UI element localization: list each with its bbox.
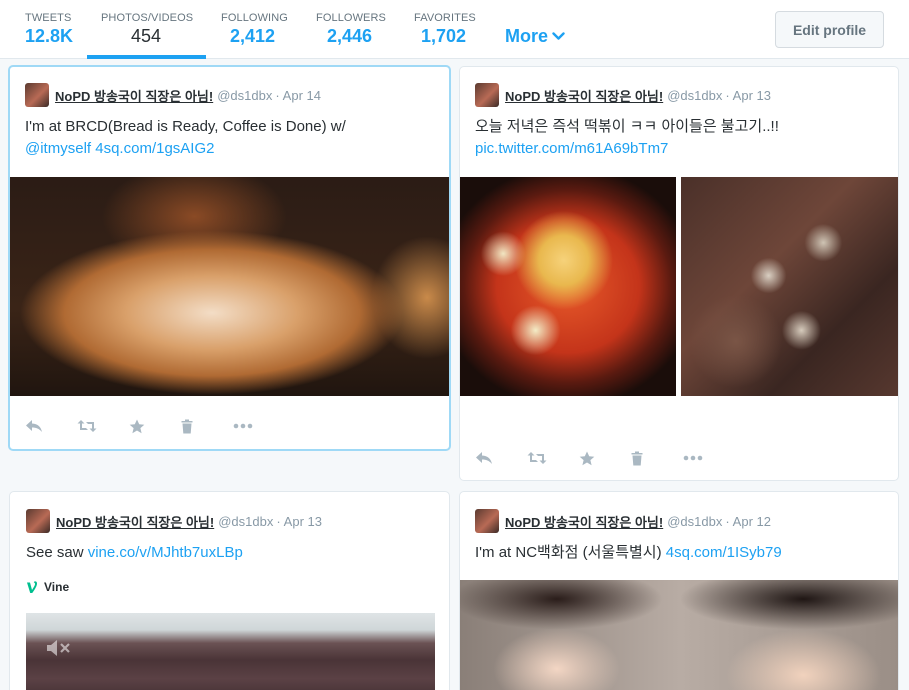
nav-followers-value: 2,446 bbox=[327, 26, 373, 46]
tweet-photo-bread[interactable] bbox=[10, 177, 449, 396]
tweet-text: I'm at BRCD(Bread is Ready, Coffee is Do… bbox=[25, 116, 435, 160]
nav-tweets-label: TWEETS bbox=[25, 12, 72, 24]
tweet-header: NoPD 방송국이 직장은 아님! @ds1dbx · Apr 13 bbox=[26, 509, 322, 533]
nav-followers-label: FOLLOWERS bbox=[316, 12, 386, 24]
more-icon bbox=[683, 455, 703, 461]
tweet-date[interactable]: Apr 13 bbox=[733, 88, 771, 103]
more-label: More bbox=[505, 26, 549, 46]
delete-button[interactable] bbox=[631, 448, 683, 468]
separator-dot: · bbox=[276, 513, 281, 529]
vine-video[interactable] bbox=[26, 613, 435, 690]
avatar[interactable] bbox=[26, 509, 50, 533]
tweet-handle[interactable]: @ds1dbx bbox=[218, 514, 273, 529]
separator-dot: · bbox=[725, 87, 730, 103]
tweet-card[interactable]: NoPD 방송국이 직장은 아님! @ds1dbx · Apr 14 I'm a… bbox=[8, 65, 451, 451]
retweet-button[interactable] bbox=[77, 416, 129, 436]
tweet-handle[interactable]: @ds1dbx bbox=[217, 88, 272, 103]
delete-icon bbox=[181, 419, 193, 433]
vine-link[interactable]: vine.co/v/MJhtb7uxLBp bbox=[88, 544, 243, 561]
tweet-body: See saw bbox=[26, 544, 84, 561]
vine-attribution[interactable]: Vine bbox=[26, 580, 69, 594]
retweet-button[interactable] bbox=[527, 448, 579, 468]
separator-dot: · bbox=[725, 513, 730, 529]
nav-favorites-label: FAVORITES bbox=[414, 12, 476, 24]
tweet-photo-tteokbokki[interactable] bbox=[460, 177, 676, 396]
more-menu[interactable]: More bbox=[505, 26, 565, 47]
nav-following-label: FOLLOWING bbox=[221, 12, 288, 24]
tweet-card[interactable]: NoPD 방송국이 직장은 아님! @ds1dbx · Apr 13 오늘 저녁… bbox=[459, 66, 899, 481]
separator-dot: · bbox=[275, 87, 280, 103]
tweet-header: NoPD 방송국이 직장은 아님! @ds1dbx · Apr 12 bbox=[475, 509, 771, 533]
active-tab-indicator bbox=[87, 55, 206, 59]
tweet-username[interactable]: NoPD 방송국이 직장은 아님! bbox=[505, 512, 663, 531]
delete-icon bbox=[631, 451, 643, 465]
tweet-date[interactable]: Apr 14 bbox=[283, 88, 321, 103]
vine-label: Vine bbox=[44, 580, 70, 594]
mute-button[interactable] bbox=[46, 639, 72, 662]
nav-photos-videos[interactable]: PHOTOS/VIDEOS 454 bbox=[87, 0, 206, 59]
tweet-header: NoPD 방송국이 직장은 아님! @ds1dbx · Apr 14 bbox=[25, 83, 321, 107]
nav-tweets-value: 12.8K bbox=[25, 26, 74, 46]
tweet-card[interactable]: NoPD 방송국이 직장은 아님! @ds1dbx · Apr 12 I'm a… bbox=[459, 491, 899, 690]
tweet-handle[interactable]: @ds1dbx bbox=[667, 514, 722, 529]
mention-link[interactable]: @itmyself bbox=[25, 140, 91, 157]
mute-icon bbox=[47, 640, 70, 656]
edit-profile-button[interactable]: Edit profile bbox=[775, 11, 884, 48]
nav-favorites-value: 1,702 bbox=[421, 26, 467, 46]
tweet-text: See saw vine.co/v/MJhtb7uxLBp bbox=[26, 542, 436, 564]
url-link[interactable]: 4sq.com/1gsAIG2 bbox=[95, 140, 214, 157]
profile-nav: TWEETS 12.8K PHOTOS/VIDEOS 454 FOLLOWING… bbox=[0, 0, 909, 59]
tweet-actions bbox=[25, 416, 285, 436]
tweet-body: I'm at NC백화점 (서울특별시) bbox=[475, 544, 662, 561]
favorite-button[interactable] bbox=[579, 448, 631, 468]
more-button[interactable] bbox=[683, 448, 735, 468]
tweet-body: 오늘 저녁은 즉석 떡볶이 ㅋㅋ 아이들은 불고기..!! bbox=[475, 118, 779, 135]
tweet-username[interactable]: NoPD 방송국이 직장은 아님! bbox=[505, 86, 663, 105]
tweet-photo-children[interactable] bbox=[460, 580, 898, 690]
favorite-icon bbox=[579, 451, 595, 465]
url-link[interactable]: pic.twitter.com/m61A69bTm7 bbox=[475, 140, 668, 157]
retweet-icon bbox=[77, 420, 97, 432]
avatar[interactable] bbox=[475, 509, 499, 533]
tweet-text: 오늘 저녁은 즉석 떡볶이 ㅋㅋ 아이들은 불고기..!! pic.twitte… bbox=[475, 116, 885, 160]
tweet-handle[interactable]: @ds1dbx bbox=[667, 88, 722, 103]
nav-photos-videos-value: 454 bbox=[131, 26, 162, 46]
avatar[interactable] bbox=[25, 83, 49, 107]
delete-button[interactable] bbox=[181, 416, 233, 436]
retweet-icon bbox=[527, 452, 547, 464]
reply-icon bbox=[26, 420, 42, 432]
avatar[interactable] bbox=[475, 83, 499, 107]
more-icon bbox=[233, 423, 253, 429]
more-button[interactable] bbox=[233, 416, 285, 436]
tweet-header: NoPD 방송국이 직장은 아님! @ds1dbx · Apr 13 bbox=[475, 83, 771, 107]
chevron-down-icon bbox=[552, 32, 565, 40]
reply-button[interactable] bbox=[475, 448, 527, 468]
favorite-icon bbox=[129, 419, 145, 433]
nav-following-value: 2,412 bbox=[230, 26, 276, 46]
tweet-actions bbox=[475, 448, 735, 468]
url-link[interactable]: 4sq.com/1ISyb79 bbox=[666, 544, 782, 561]
tweet-card[interactable]: NoPD 방송국이 직장은 아님! @ds1dbx · Apr 13 See s… bbox=[9, 491, 450, 690]
tweet-date[interactable]: Apr 12 bbox=[733, 514, 771, 529]
tweet-username[interactable]: NoPD 방송국이 직장은 아님! bbox=[55, 86, 213, 105]
tweet-username[interactable]: NoPD 방송국이 직장은 아님! bbox=[56, 512, 214, 531]
favorite-button[interactable] bbox=[129, 416, 181, 436]
reply-icon bbox=[476, 452, 492, 464]
nav-photos-videos-label: PHOTOS/VIDEOS bbox=[101, 12, 194, 24]
vine-icon bbox=[27, 580, 38, 593]
reply-button[interactable] bbox=[25, 416, 77, 436]
tweet-body: I'm at BRCD(Bread is Ready, Coffee is Do… bbox=[25, 118, 346, 135]
tweet-text: I'm at NC백화점 (서울특별시) 4sq.com/1ISyb79 bbox=[475, 542, 885, 564]
tweet-photo-bulgogi[interactable] bbox=[681, 177, 898, 396]
tweet-date[interactable]: Apr 13 bbox=[284, 514, 322, 529]
